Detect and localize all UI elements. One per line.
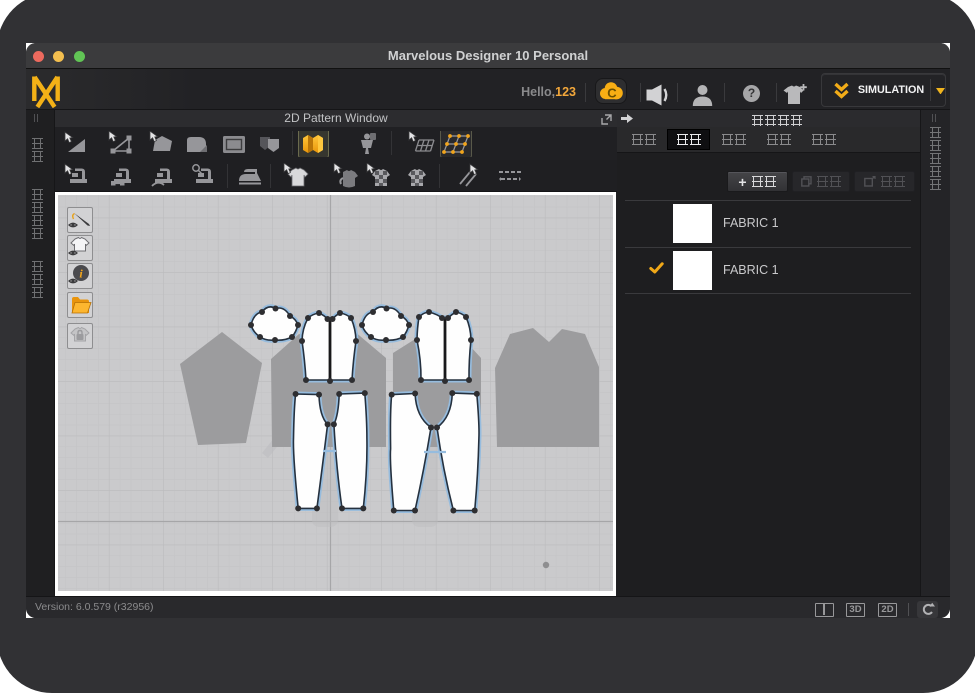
- svg-text:C: C: [607, 86, 617, 101]
